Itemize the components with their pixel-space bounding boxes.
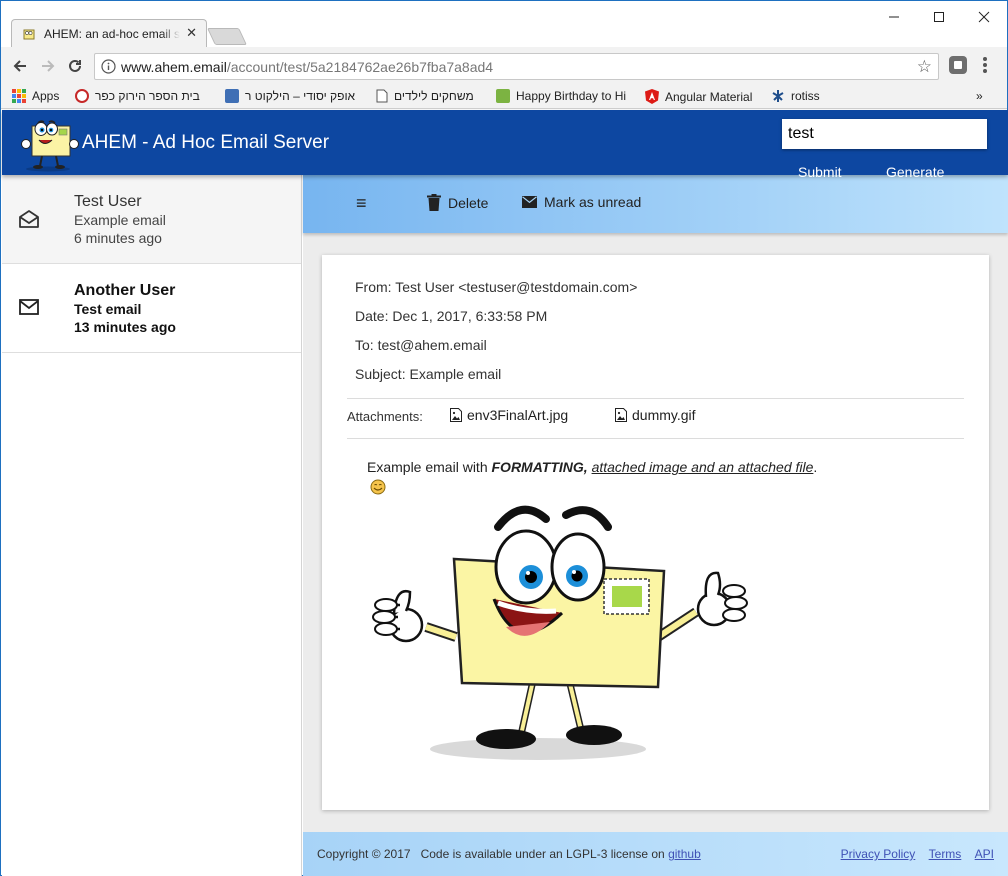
bookmark-angular-material[interactable]: Angular Material [645,89,752,104]
account-input[interactable] [782,119,987,149]
formatting-text: FORMATTING, [491,459,588,475]
divider [347,398,964,399]
minimize-icon [889,16,899,18]
rotiss-icon [772,90,784,102]
mail-sender: Test User [74,193,142,210]
email-card: From: Test User <testuser@testdomain.com… [322,255,989,810]
copyright-text: Copyright © 2017 [317,847,411,861]
forward-button[interactable] [37,55,59,77]
reload-button[interactable] [64,55,86,77]
attachment-link[interactable]: env3FinalArt.jpg [450,407,568,423]
tab-title: AHEM: an ad-hoc email s [44,27,180,41]
close-icon [978,11,990,23]
bookmark-kids-games[interactable]: משחקים לילדים [376,89,474,103]
email-subject: Subject: Example email [355,366,502,382]
body-link[interactable]: attached image and an attached file [592,459,814,475]
list-item[interactable]: Another User Test email 13 minutes ago [2,264,301,353]
bookmark-green-school[interactable]: בית הספר הירוק כפר [75,89,200,103]
email-from: From: Test User <testuser@testdomain.com… [355,279,638,295]
email-to: To: test@ahem.email [355,337,487,353]
ahem-favicon-icon [23,29,35,40]
menu-button[interactable]: ≡ [356,193,367,214]
email-date: Date: Dec 1, 2017, 6:33:58 PM [355,308,548,324]
footer: Copyright © 2017 Code is available under… [303,832,1008,876]
new-tab-button[interactable] [207,28,247,45]
email-view: ≡ Delete Mark as unread From: Test User … [303,175,1008,876]
browser-tab[interactable]: AHEM: an ad-hoc email s ✕ [11,19,207,48]
mail-time: 13 minutes ago [74,319,176,335]
footer-links: Privacy Policy Terms API [831,847,994,861]
image-file-icon [450,408,462,422]
bookmark-star-icon[interactable]: ☆ [917,57,932,77]
apps-grid-icon [12,89,26,103]
info-icon[interactable] [101,59,116,74]
app-title: AHEM - Ad Hoc Email Server [82,132,330,153]
mail-sender: Another User [74,282,176,299]
license-text: Code is available under an LGPL-3 licens… [420,847,665,861]
back-button[interactable] [9,55,31,77]
ahem-logo-icon [21,120,79,172]
attachments-label: Attachments: [347,409,423,424]
hamburger-menu-icon: ≡ [356,193,367,213]
bookmark-ofek[interactable]: אופק יסודי – הילקוט ר [225,89,355,103]
arrow-left-icon [13,60,26,72]
tab-close-icon[interactable]: ✕ [186,25,197,41]
angular-icon [645,89,659,104]
divider [347,438,964,439]
bookmark-rotiss[interactable]: rotiss [771,89,820,103]
url-text: www.ahem.email/account/test/5a2184762ae2… [121,59,494,75]
page-icon [376,89,388,103]
mark-unread-button[interactable]: Mark as unread [522,194,641,210]
page: AHEM - Ad Hoc Email Server Submit Genera… [2,110,1008,876]
browser-toolbar: www.ahem.email/account/test/5a2184762ae2… [1,47,1007,85]
api-link[interactable]: API [975,847,994,861]
github-link[interactable]: github [668,847,701,861]
list-item[interactable]: Test User Example email 6 minutes ago [2,175,301,264]
close-window-button[interactable] [961,5,1007,29]
address-bar[interactable]: www.ahem.email/account/test/5a2184762ae2… [94,53,939,80]
reload-icon [69,59,81,72]
attachment-link[interactable]: dummy.gif [615,407,696,423]
footer-text: Copyright © 2017 Code is available under… [317,847,701,861]
more-bookmarks-button[interactable]: » [976,89,983,103]
email-body: Example email with FORMATTING, attached … [367,459,818,475]
envelope-icon [522,196,537,208]
maximize-button[interactable] [916,5,962,29]
envelope-mascot-image [372,505,748,760]
image-file-icon [615,408,627,422]
minimize-button[interactable] [871,5,917,29]
ofek-icon [225,89,239,103]
bookmark-happy-birthday[interactable]: Happy Birthday to Hi [496,89,626,103]
extension-icon[interactable] [949,56,967,74]
mail-closed-icon [19,299,39,315]
terms-link[interactable]: Terms [929,847,962,861]
bookmarks-bar: Apps בית הספר הירוק כפר אופק יסודי – היל… [1,85,1007,109]
privacy-policy-link[interactable]: Privacy Policy [841,847,916,861]
mail-time: 6 minutes ago [74,230,162,246]
action-bar: ≡ Delete Mark as unread [303,175,1008,233]
birthday-icon [496,89,510,103]
mail-open-icon [19,210,39,228]
chrome-menu-icon[interactable] [983,57,987,75]
trash-icon [427,194,441,211]
browser-window: AHEM: an ad-hoc email s ✕ www.ahem.email… [0,0,1008,876]
delete-button[interactable]: Delete [427,194,488,211]
school-icon [75,89,89,103]
mail-list: Test User Example email 6 minutes ago An… [2,175,302,876]
generate-button[interactable]: Generate [886,164,944,180]
mail-subject: Example email [74,212,166,228]
maximize-icon [934,12,944,22]
arrow-right-icon [42,60,55,72]
title-bar: AHEM: an ad-hoc email s ✕ [1,1,1007,48]
app-header: AHEM - Ad Hoc Email Server Submit Genera… [2,110,1008,180]
submit-button[interactable]: Submit [798,164,842,180]
bookmark-apps[interactable]: Apps [12,89,59,103]
mail-subject: Test email [74,301,142,317]
